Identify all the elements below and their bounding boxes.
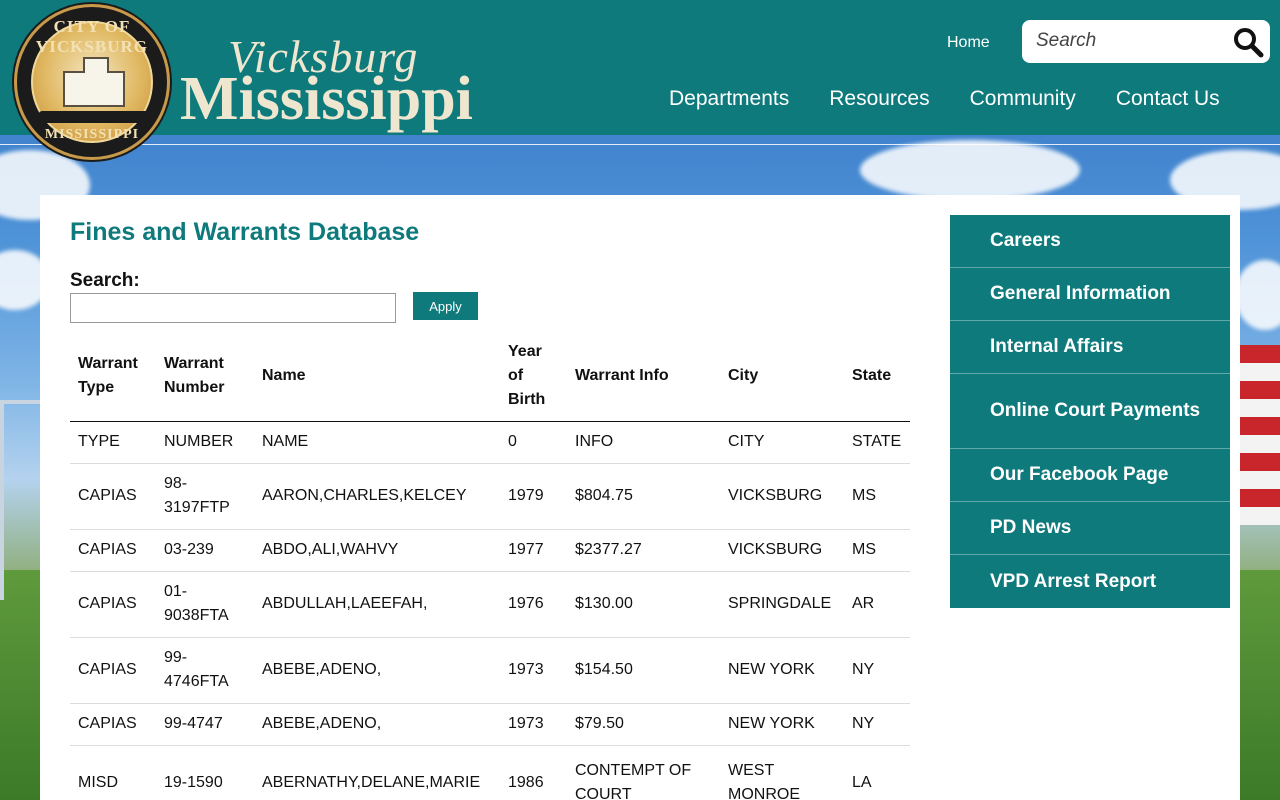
cell-warrant-info: $2377.27 — [567, 529, 720, 572]
table-row: CAPIAS 99-4746FTA ABEBE,ADENO, 1973 $154… — [70, 637, 910, 704]
cell-state: MS — [844, 529, 910, 572]
nav-contact-us[interactable]: Contact Us — [1116, 87, 1220, 111]
cell-name: ABEBE,ADENO, — [254, 637, 500, 704]
nav-community[interactable]: Community — [970, 87, 1076, 111]
cell-city: VICKSBURG — [720, 529, 844, 572]
cell-state: STATE — [844, 421, 910, 464]
city-seal-logo[interactable]: CITY OF VICKSBURG MISSISSIPPI — [14, 4, 170, 160]
cell-state: AR — [844, 571, 910, 638]
cell-warrant-number: 98-3197FTP — [156, 463, 254, 530]
header-warrant-number[interactable]: Warrant Number — [156, 332, 254, 422]
cell-warrant-number: 99-4746FTA — [156, 637, 254, 704]
table-row: CAPIAS 98-3197FTP AARON,CHARLES,KELCEY 1… — [70, 463, 910, 530]
cell-year-of-birth: 1973 — [500, 637, 567, 704]
seal-text-bottom: MISSISSIPPI — [44, 127, 140, 142]
nav-resources[interactable]: Resources — [829, 87, 929, 111]
cell-year-of-birth: 1976 — [500, 571, 567, 638]
cell-year-of-birth: 0 — [500, 421, 567, 464]
cell-warrant-number: 03-239 — [156, 529, 254, 572]
cell-year-of-birth: 1973 — [500, 703, 567, 746]
header-warrant-type[interactable]: Warrant Type — [70, 332, 156, 422]
cell-name: ABDULLAH,LAEEFAH, — [254, 571, 500, 638]
cell-year-of-birth: 1986 — [500, 745, 567, 800]
cell-warrant-info: $130.00 — [567, 571, 720, 638]
cell-warrant-info: $79.50 — [567, 703, 720, 746]
sidebar-item-internal-affairs[interactable]: Internal Affairs — [950, 321, 1230, 374]
cell-state: MS — [844, 463, 910, 530]
header-divider — [0, 144, 1280, 145]
cell-warrant-info: $804.75 — [567, 463, 720, 530]
sidebar-item-careers[interactable]: Careers — [950, 215, 1230, 268]
seal-text-top: CITY OF VICKSBURG — [36, 17, 148, 56]
cell-warrant-type: CAPIAS — [70, 463, 156, 530]
main-nav: Departments Resources Community Contact … — [669, 87, 1220, 111]
cell-warrant-number: NUMBER — [156, 421, 254, 464]
header-name[interactable]: Name — [254, 332, 500, 422]
sidebar-menu: Careers General Information Internal Aff… — [950, 215, 1230, 608]
cell-warrant-type: CAPIAS — [70, 529, 156, 572]
sidebar-item-general-information[interactable]: General Information — [950, 268, 1230, 321]
home-link[interactable]: Home — [947, 34, 990, 52]
cell-name: ABEBE,ADENO, — [254, 703, 500, 746]
cell-warrant-type: CAPIAS — [70, 703, 156, 746]
table-row: CAPIAS 01-9038FTA ABDULLAH,LAEEFAH, 1976… — [70, 571, 910, 638]
sidebar-item-pd-news[interactable]: PD News — [950, 502, 1230, 555]
page-title: Fines and Warrants Database — [70, 218, 420, 246]
cell-warrant-type: CAPIAS — [70, 571, 156, 638]
cell-warrant-number: 01-9038FTA — [156, 571, 254, 638]
cell-warrant-type: TYPE — [70, 421, 156, 464]
cell-warrant-info: $154.50 — [567, 637, 720, 704]
cell-warrant-number: 19-1590 — [156, 745, 254, 800]
cloud — [860, 140, 1080, 200]
seal-courthouse-icon — [63, 57, 125, 107]
search-label: Search: — [70, 270, 140, 291]
brand-wordmark[interactable]: Vicksburg Mississippi — [180, 22, 480, 133]
header-year-of-birth[interactable]: Year of Birth — [500, 332, 567, 422]
sidebar-item-vpd-arrest-report[interactable]: VPD Arrest Report — [950, 555, 1230, 608]
cell-name: ABDO,ALI,WAHVY — [254, 529, 500, 572]
cell-city: SPRINGDALE — [720, 571, 844, 638]
table-row: MISD 19-1590 ABERNATHY,DELANE,MARIE 1986… — [70, 745, 910, 800]
cell-city: NEW YORK — [720, 637, 844, 704]
sidebar-item-online-court-payments[interactable]: Online Court Payments — [950, 374, 1230, 449]
cell-name: AARON,CHARLES,KELCEY — [254, 463, 500, 530]
sidebar-item-our-facebook-page[interactable]: Our Facebook Page — [950, 449, 1230, 502]
header-warrant-info[interactable]: Warrant Info — [567, 332, 720, 422]
cell-warrant-number: 99-4747 — [156, 703, 254, 746]
cell-warrant-type: MISD — [70, 745, 156, 800]
cell-state: NY — [844, 703, 910, 746]
warrant-search-input[interactable] — [70, 293, 396, 323]
cell-year-of-birth: 1977 — [500, 529, 567, 572]
table-row: TYPE NUMBER NAME 0 INFO CITY STATE — [70, 421, 910, 464]
table-row: CAPIAS 99-4747 ABEBE,ADENO, 1973 $79.50 … — [70, 703, 910, 746]
bridge — [0, 400, 40, 600]
nav-departments[interactable]: Departments — [669, 87, 789, 111]
table-row: CAPIAS 03-239 ABDO,ALI,WAHVY 1977 $2377.… — [70, 529, 910, 572]
site-search-input[interactable] — [1036, 28, 1226, 54]
table-header-row: Warrant Type Warrant Number Name Year of… — [70, 332, 910, 422]
cell-name: ABERNATHY,DELANE,MARIE — [254, 745, 500, 800]
cell-year-of-birth: 1979 — [500, 463, 567, 530]
warrants-table: Warrant Type Warrant Number Name Year of… — [70, 332, 910, 800]
cell-warrant-info: INFO — [567, 421, 720, 464]
cell-city: NEW YORK — [720, 703, 844, 746]
cell-city: VICKSBURG — [720, 463, 844, 530]
flag — [1240, 345, 1280, 525]
header-state[interactable]: State — [844, 332, 910, 422]
cell-state: LA — [844, 745, 910, 800]
cell-warrant-type: CAPIAS — [70, 637, 156, 704]
search-icon[interactable] — [1232, 26, 1264, 58]
cell-state: NY — [844, 637, 910, 704]
cell-warrant-info: CONTEMPT OF COURT — [567, 745, 720, 800]
header-city[interactable]: City — [720, 332, 844, 422]
seal-ribbon — [39, 111, 149, 123]
cell-city: CITY — [720, 421, 844, 464]
cell-city: WEST MONROE — [720, 745, 844, 800]
brand-state: Mississippi — [180, 65, 473, 133]
apply-button[interactable]: Apply — [413, 292, 478, 320]
cell-name: NAME — [254, 421, 500, 464]
